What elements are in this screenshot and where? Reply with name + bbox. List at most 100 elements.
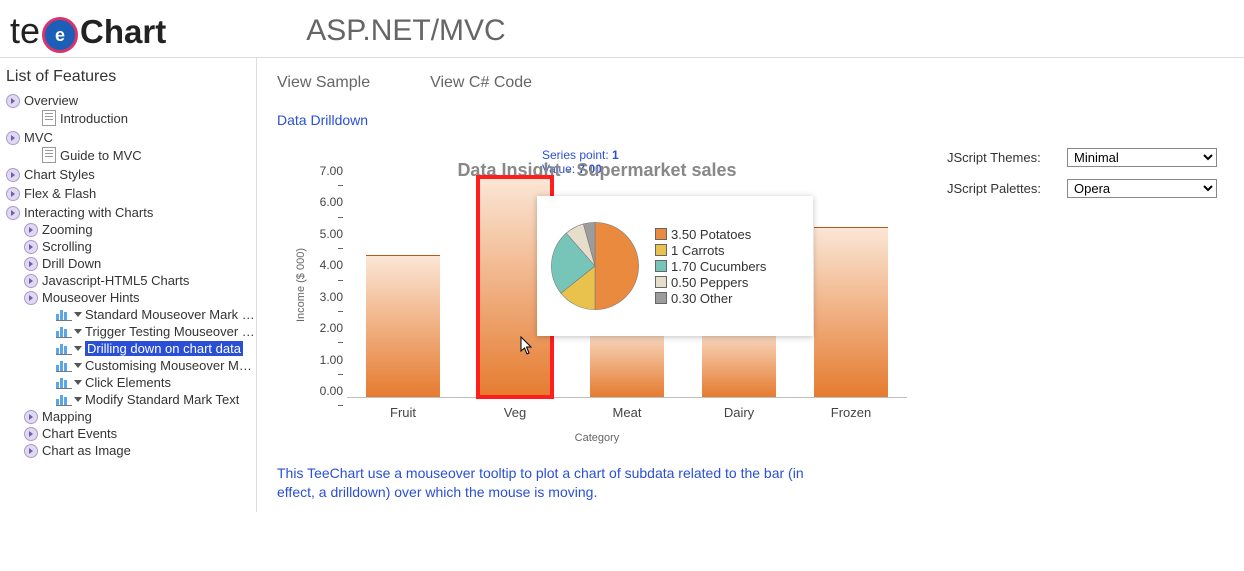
x-tick: Meat xyxy=(571,405,683,420)
tree-node[interactable]: Overview xyxy=(6,92,256,109)
tree-node[interactable]: Chart as Image xyxy=(24,442,256,459)
pie-legend-row: 0.50 Peppers xyxy=(655,275,766,290)
tree-node-label: MVC xyxy=(24,130,53,145)
tree-node[interactable]: Trigger Testing Mouseover Marks xyxy=(42,323,256,340)
tree-node[interactable]: Standard Mouseover Mark Forma xyxy=(42,306,256,323)
tree-node[interactable]: Zooming xyxy=(24,221,256,238)
pie-slice-potatoes xyxy=(595,222,639,309)
pie-legend-row: 3.50 Potatoes xyxy=(655,227,766,242)
chart-thumb-icon xyxy=(56,342,72,355)
palettes-label: JScript Palettes: xyxy=(947,181,1067,196)
tree-node[interactable]: Chart Events xyxy=(24,425,256,442)
legend-label: 1 Carrots xyxy=(671,243,724,258)
y-tick: 6.00 xyxy=(313,195,343,223)
tree-node[interactable]: Drilling down on chart data xyxy=(42,340,256,357)
dropdown-icon xyxy=(74,312,82,317)
pie-legend-row: 0.30 Other xyxy=(655,291,766,306)
y-tick: 2.00 xyxy=(313,321,343,349)
y-tick: 4.00 xyxy=(313,258,343,286)
tree-node-label: Drill Down xyxy=(42,256,101,271)
circle-arrow-icon xyxy=(6,131,20,145)
dropdown-icon xyxy=(74,329,82,334)
chart-thumb-icon xyxy=(56,393,72,406)
tabs: View Sample View C# Code xyxy=(277,74,1224,92)
sample-title: Data Drilldown xyxy=(277,112,1224,128)
pie-legend-row: 1 Carrots xyxy=(655,243,766,258)
circle-arrow-icon xyxy=(6,187,20,201)
tree-node[interactable]: Scrolling xyxy=(24,238,256,255)
legend-label: 0.50 Peppers xyxy=(671,275,748,290)
chart-thumb-icon xyxy=(56,308,72,321)
x-tick: Frozen xyxy=(795,405,907,420)
bar-frozen[interactable] xyxy=(814,227,888,397)
tree-node[interactable]: Introduction xyxy=(24,109,256,127)
tree-node-label: Modify Standard Mark Text xyxy=(85,392,239,407)
themes-label: JScript Themes: xyxy=(947,150,1067,165)
tree-node-label: Zooming xyxy=(42,222,93,237)
tree-node[interactable]: Drill Down xyxy=(24,255,256,272)
tree-node[interactable]: Mouseover Hints xyxy=(24,289,256,306)
logo-text-prefix: te xyxy=(10,10,40,52)
y-tick: 3.00 xyxy=(313,290,343,318)
circle-arrow-icon xyxy=(6,206,20,220)
circle-arrow-icon xyxy=(24,257,38,271)
legend-swatch xyxy=(655,244,667,256)
feature-tree: Overview Introduction MVC Guide to MVC Chart… xyxy=(6,92,256,459)
circle-arrow-icon xyxy=(24,427,38,441)
tree-node[interactable]: MVC xyxy=(6,129,256,146)
circle-arrow-icon xyxy=(24,274,38,288)
tab-view-code[interactable]: View C# Code xyxy=(430,74,532,92)
bar-chart[interactable]: Series point: 1 Value: 7.00 Data Insight… xyxy=(277,148,917,448)
legend-label: 1.70 Cucumbers xyxy=(671,259,766,274)
legend-label: 3.50 Potatoes xyxy=(671,227,751,242)
chart-thumb-icon xyxy=(56,325,72,338)
circle-arrow-icon xyxy=(24,444,38,458)
tab-view-sample[interactable]: View Sample xyxy=(277,74,370,92)
x-axis-label: Category xyxy=(277,432,917,444)
pie-chart xyxy=(545,216,645,316)
header: te e Chart ASP.NET/MVC xyxy=(0,0,1244,57)
tree-node[interactable]: Flex & Flash xyxy=(6,185,256,202)
bar-fruit[interactable] xyxy=(366,255,440,397)
tree-node[interactable]: Modify Standard Mark Text xyxy=(42,391,256,408)
legend-swatch xyxy=(655,292,667,304)
tree-node[interactable]: Javascript-HTML5 Charts xyxy=(24,272,256,289)
y-axis-label: Income ($ 000) xyxy=(295,248,307,322)
tree-node[interactable]: Interacting with Charts xyxy=(6,204,256,221)
tree-node-label: Customising Mouseover Marks xyxy=(85,358,256,373)
tree-node-label: Mouseover Hints xyxy=(42,290,140,305)
legend-label: 0.30 Other xyxy=(671,291,732,306)
y-tick: 7.00 xyxy=(313,164,343,192)
legend-swatch xyxy=(655,228,667,240)
chart-thumb-icon xyxy=(56,359,72,372)
pie-legend-row: 1.70 Cucumbers xyxy=(655,259,766,274)
chart-thumb-icon xyxy=(56,376,72,389)
y-tick: 0.00 xyxy=(313,384,343,412)
main: View Sample View C# Code Data Drilldown … xyxy=(257,58,1244,512)
circle-arrow-icon xyxy=(24,291,38,305)
pie-legend: 3.50 Potatoes1 Carrots1.70 Cucumbers0.50… xyxy=(655,226,766,307)
tree-node[interactable]: Guide to MVC xyxy=(24,146,256,164)
tree-node[interactable]: Mapping xyxy=(24,408,256,425)
tree-node-label: Chart as Image xyxy=(42,443,131,458)
tree-node-label: Flex & Flash xyxy=(24,186,96,201)
legend-swatch xyxy=(655,260,667,272)
tree-node[interactable]: Click Elements xyxy=(42,374,256,391)
chart-controls: JScript Themes: Minimal JScript Palettes… xyxy=(947,148,1217,210)
dropdown-icon xyxy=(74,380,82,385)
tree-node[interactable]: Chart Styles xyxy=(6,166,256,183)
y-tick: 1.00 xyxy=(313,353,343,381)
circle-arrow-icon xyxy=(6,94,20,108)
page-title: ASP.NET/MVC xyxy=(306,14,506,48)
sample-description: This TeeChart use a mouseover tooltip to… xyxy=(277,464,837,502)
tree-node-label: Drilling down on chart data xyxy=(85,341,243,356)
dropdown-icon xyxy=(74,397,82,402)
tree-node-label: Introduction xyxy=(60,111,128,126)
tree-node-label: Interacting with Charts xyxy=(24,205,153,220)
tree-node[interactable]: Customising Mouseover Marks xyxy=(42,357,256,374)
dropdown-icon xyxy=(74,363,82,368)
tree-node-label: Guide to MVC xyxy=(60,148,142,163)
logo-e-icon: e xyxy=(42,17,78,53)
themes-select[interactable]: Minimal xyxy=(1067,148,1217,167)
palettes-select[interactable]: Opera xyxy=(1067,179,1217,198)
